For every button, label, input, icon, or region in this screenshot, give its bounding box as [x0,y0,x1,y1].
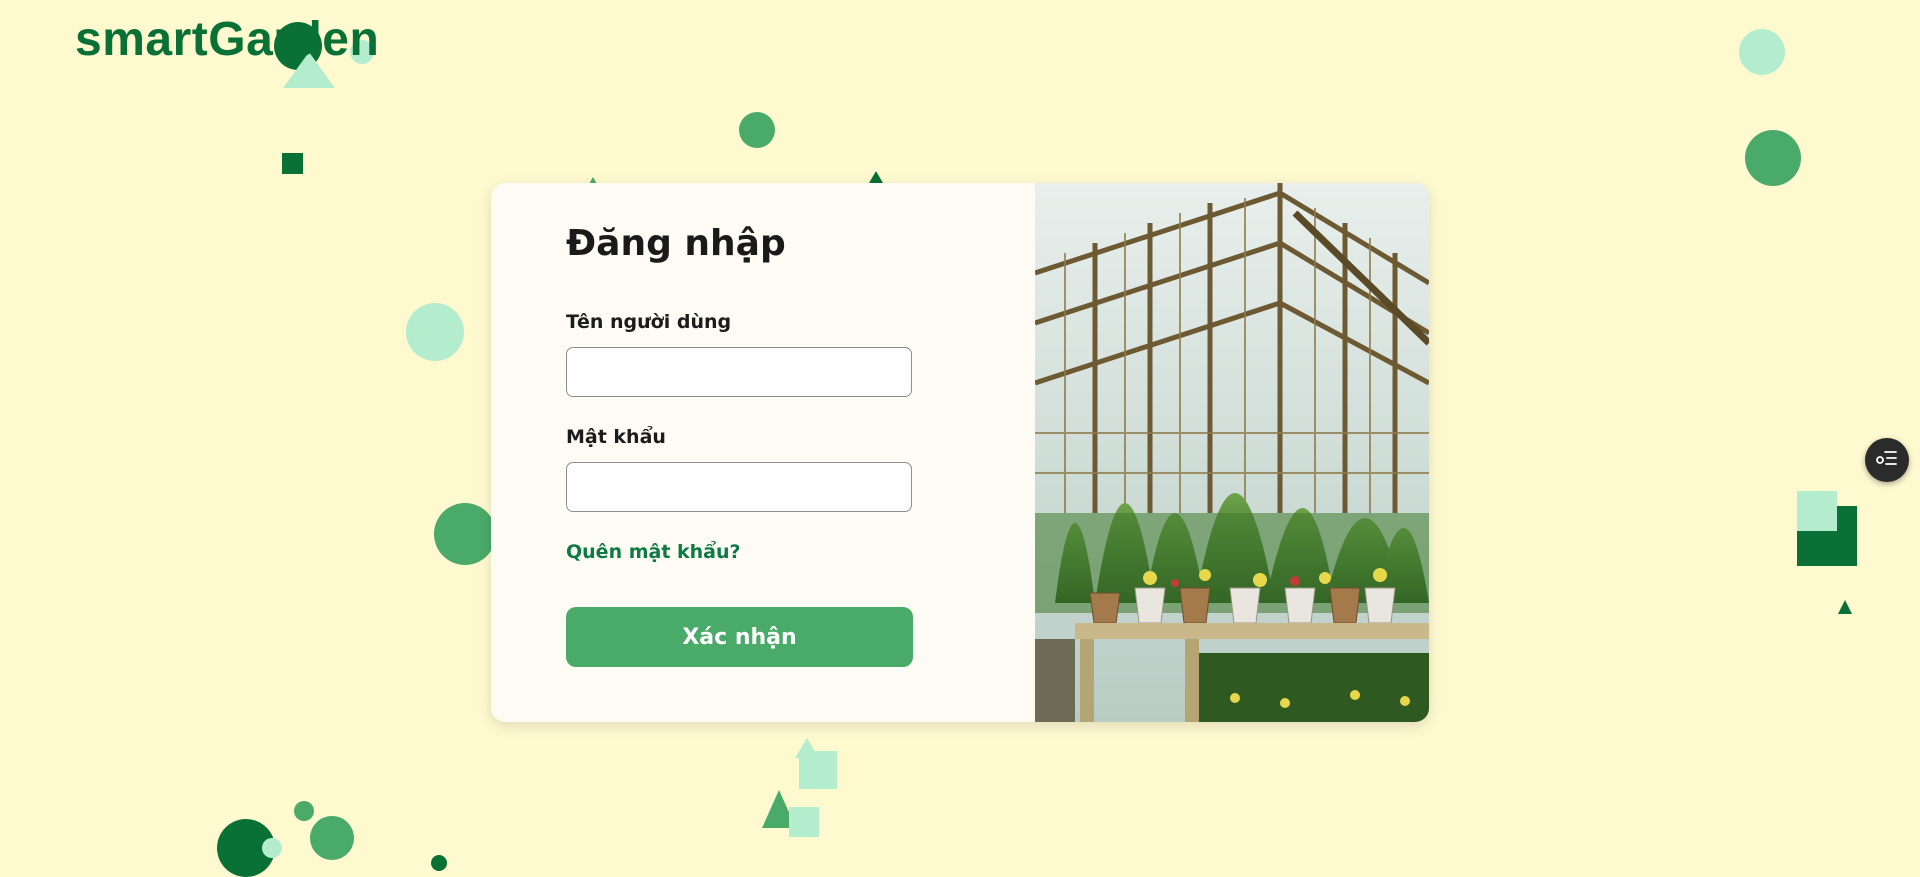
greenhouse-image [1035,183,1429,722]
decor-circle [431,855,447,871]
decor-circle [406,303,464,361]
login-form: Đăng nhập Tên người dùng Mật khẩu Quên m… [491,183,1035,722]
decor-circle [310,816,354,860]
decor-triangle [1838,600,1852,614]
password-input[interactable] [566,462,912,512]
decor-circle [434,503,496,565]
decor-circle [1745,130,1801,186]
brand-logo[interactable]: smartGarden [75,12,379,67]
decor-circle [262,838,282,858]
floating-menu-button[interactable] [1865,438,1909,482]
username-input[interactable] [566,347,912,397]
decor-square [799,751,837,789]
submit-button[interactable]: Xác nhận [566,607,913,667]
username-label: Tên người dùng [566,311,732,333]
decor-triangle [869,171,883,183]
decor-circle [739,112,775,148]
decor-square [789,807,819,837]
decor-circle [1739,29,1785,75]
login-card: Đăng nhập Tên người dùng Mật khẩu Quên m… [491,183,1429,722]
password-label: Mật khẩu [566,426,666,448]
login-title: Đăng nhập [566,223,786,264]
decor-square [282,153,303,174]
decor-square [1797,491,1837,531]
list-settings-icon [1876,450,1898,470]
forgot-password-link[interactable]: Quên mật khẩu? [566,541,741,563]
decor-circle [294,801,314,821]
